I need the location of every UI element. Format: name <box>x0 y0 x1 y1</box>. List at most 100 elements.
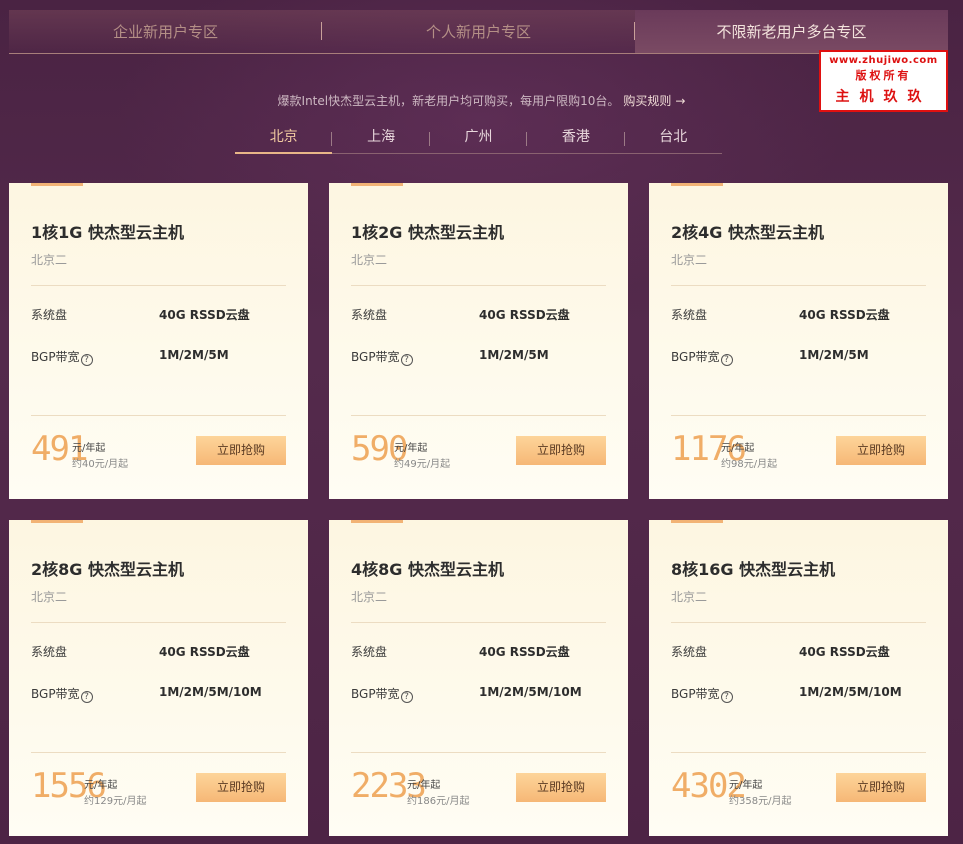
product-card: 2核8G 快杰型云主机 北京二 系统盘 40G RSSD云盘 BGP带宽? 1M… <box>9 520 308 836</box>
tab-label: 个人新用户专区 <box>425 23 531 41</box>
bandwidth-value: 1M/2M/5M/10M <box>159 685 262 699</box>
buy-now-button[interactable]: 立即抢购 <box>516 773 606 802</box>
bandwidth-label-group: BGP带宽? <box>351 348 413 366</box>
disk-label: 系统盘 <box>351 645 388 659</box>
watermark-url: www.zhujiwo.com <box>829 55 938 66</box>
card-accent-bar <box>351 183 403 186</box>
card-accent-bar <box>671 183 723 186</box>
buy-now-button[interactable]: 立即抢购 <box>196 773 286 802</box>
help-circle-icon[interactable]: ? <box>80 354 93 366</box>
card-accent-bar <box>31 183 83 186</box>
card-divider <box>351 415 606 416</box>
buy-now-button[interactable]: 立即抢购 <box>196 436 286 465</box>
product-card: 2核4G 快杰型云主机 北京二 系统盘 40G RSSD云盘 BGP带宽? 1M… <box>649 183 948 499</box>
region-tab-guangzhou[interactable]: 广州 <box>430 118 528 153</box>
zone-tabs: 企业新用户专区 个人新用户专区 不限新老用户多台专区 <box>9 10 948 53</box>
region-tab-hongkong[interactable]: 香港 <box>527 118 625 153</box>
price-unit: 元/年起 <box>84 780 118 791</box>
card-divider <box>31 622 286 623</box>
card-accent-bar <box>31 520 83 523</box>
region-tab-taipei[interactable]: 台北 <box>625 118 722 153</box>
disk-label: 系统盘 <box>671 308 708 322</box>
buy-now-button[interactable]: 立即抢购 <box>516 436 606 465</box>
region-label: 台北 <box>659 129 688 145</box>
help-circle-icon[interactable]: ? <box>400 354 413 366</box>
bandwidth-label-group: BGP带宽? <box>31 685 93 703</box>
arrow-right-icon[interactable]: → <box>675 94 685 108</box>
disk-label: 系统盘 <box>31 645 68 659</box>
tab-enterprise-new-user[interactable]: 企业新用户专区 <box>9 10 322 53</box>
region-tab-beijing[interactable]: 北京 <box>235 118 333 154</box>
card-divider <box>351 285 606 286</box>
card-divider <box>671 622 926 623</box>
monthly-price: 约98元/月起 <box>721 459 778 470</box>
help-circle-icon[interactable]: ? <box>720 691 733 703</box>
card-divider <box>671 285 926 286</box>
monthly-price: 约40元/月起 <box>72 459 129 470</box>
buy-now-button[interactable]: 立即抢购 <box>836 773 926 802</box>
card-divider <box>671 415 926 416</box>
disk-label: 系统盘 <box>31 308 68 322</box>
disk-value: 40G RSSD云盘 <box>159 308 250 322</box>
watermark-stamp: www.zhujiwo.com 版权所有 主机玖玖 <box>819 50 948 112</box>
region-tabs: 北京 上海 广州 香港 台北 <box>235 118 722 154</box>
card-divider <box>351 622 606 623</box>
product-title: 1核2G 快杰型云主机 <box>351 223 504 242</box>
monthly-price: 约129元/月起 <box>84 796 147 807</box>
product-card: 1核1G 快杰型云主机 北京二 系统盘 40G RSSD云盘 BGP带宽? 1M… <box>9 183 308 499</box>
card-divider <box>31 415 286 416</box>
card-divider <box>671 752 926 753</box>
disk-label: 系统盘 <box>671 645 708 659</box>
watermark-copyright: 版权所有 <box>855 69 912 82</box>
bandwidth-label-group: BGP带宽? <box>671 348 733 366</box>
bandwidth-label-group: BGP带宽? <box>671 685 733 703</box>
bandwidth-value: 1M/2M/5M/10M <box>799 685 902 699</box>
region-label: 广州 <box>464 129 493 145</box>
product-title: 1核1G 快杰型云主机 <box>31 223 184 242</box>
bandwidth-label: BGP带宽 <box>671 687 720 701</box>
product-title: 8核16G 快杰型云主机 <box>671 560 836 579</box>
bandwidth-value: 1M/2M/5M <box>799 348 869 362</box>
tab-label: 不限新老用户多台专区 <box>716 23 867 41</box>
product-card: 8核16G 快杰型云主机 北京二 系统盘 40G RSSD云盘 BGP带宽? 1… <box>649 520 948 836</box>
disk-value: 40G RSSD云盘 <box>479 645 570 659</box>
product-location: 北京二 <box>671 590 708 604</box>
monthly-price: 约186元/月起 <box>407 796 470 807</box>
product-location: 北京二 <box>351 590 388 604</box>
disk-value: 40G RSSD云盘 <box>799 308 890 322</box>
buy-now-button[interactable]: 立即抢购 <box>836 436 926 465</box>
bandwidth-value: 1M/2M/5M/10M <box>479 685 582 699</box>
product-location: 北京二 <box>31 590 68 604</box>
bandwidth-label: BGP带宽 <box>351 687 400 701</box>
help-circle-icon[interactable]: ? <box>400 691 413 703</box>
card-divider <box>31 285 286 286</box>
product-location: 北京二 <box>31 253 68 267</box>
tab-personal-new-user[interactable]: 个人新用户专区 <box>322 10 635 53</box>
bandwidth-label: BGP带宽 <box>351 350 400 364</box>
tab-label: 企业新用户专区 <box>112 23 218 41</box>
bandwidth-label: BGP带宽 <box>671 350 720 364</box>
disk-value: 40G RSSD云盘 <box>799 645 890 659</box>
monthly-price: 约49元/月起 <box>394 459 451 470</box>
product-card: 1核2G 快杰型云主机 北京二 系统盘 40G RSSD云盘 BGP带宽? 1M… <box>329 183 628 499</box>
bandwidth-label-group: BGP带宽? <box>351 685 413 703</box>
purchase-rules-link[interactable]: 购买规则 <box>623 94 671 108</box>
help-circle-icon[interactable]: ? <box>720 354 733 366</box>
product-location: 北京二 <box>351 253 388 267</box>
price-unit: 元/年起 <box>394 443 428 454</box>
bandwidth-label: BGP带宽 <box>31 687 80 701</box>
disk-value: 40G RSSD云盘 <box>159 645 250 659</box>
monthly-price: 约358元/月起 <box>729 796 792 807</box>
price-unit: 元/年起 <box>721 443 755 454</box>
bandwidth-value: 1M/2M/5M <box>479 348 549 362</box>
card-accent-bar <box>671 520 723 523</box>
product-title: 2核4G 快杰型云主机 <box>671 223 824 242</box>
help-circle-icon[interactable]: ? <box>80 691 93 703</box>
disk-value: 40G RSSD云盘 <box>479 308 570 322</box>
tab-unlimited-multi[interactable]: 不限新老用户多台专区 <box>635 10 948 53</box>
card-divider <box>351 752 606 753</box>
region-tab-shanghai[interactable]: 上海 <box>332 118 430 153</box>
price-unit: 元/年起 <box>729 780 763 791</box>
zone-tabs-divider <box>9 53 948 54</box>
price-unit: 元/年起 <box>407 780 441 791</box>
